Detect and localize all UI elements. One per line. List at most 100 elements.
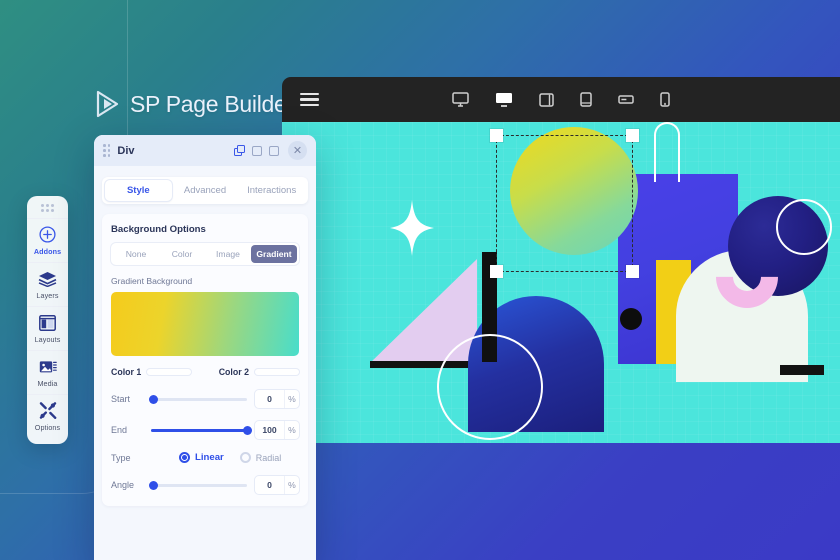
sidebar-item-label: Layouts <box>34 335 61 345</box>
plus-circle-icon <box>27 224 68 245</box>
play-chevron-logo-icon <box>96 90 119 118</box>
sidebar-item-label: Addons <box>33 247 62 257</box>
tab-advanced[interactable]: Advanced <box>172 180 239 201</box>
end-slider-knob[interactable] <box>242 425 252 435</box>
tools-wrench-icon <box>27 400 68 421</box>
end-value-input[interactable]: 100 % <box>255 421 299 439</box>
resize-handle-bottom-right[interactable] <box>626 265 639 278</box>
large-desktop-icon[interactable] <box>495 92 513 107</box>
end-label: End <box>111 425 128 435</box>
segment-gradient[interactable]: Gradient <box>251 245 297 263</box>
end-value: 100 <box>262 425 277 435</box>
shape-white-ring-medium <box>776 199 832 255</box>
panel-title: Div <box>117 144 135 157</box>
radio-linear[interactable]: Linear <box>179 452 224 463</box>
design-canvas[interactable] <box>282 122 840 443</box>
color2-swatch[interactable] <box>255 369 299 375</box>
radio-linear-dot <box>179 452 190 463</box>
start-label: Start <box>111 394 131 404</box>
brand-logo: SP Page Builder <box>95 90 294 118</box>
square-outline-icon[interactable] <box>252 145 262 156</box>
panel-actions: ✕ <box>234 141 307 160</box>
angle-slider-knob[interactable] <box>149 480 159 490</box>
shape-white-ring-large <box>437 334 543 440</box>
segment-color[interactable]: Color <box>159 245 205 263</box>
segment-image[interactable]: Image <box>205 245 251 263</box>
color1-label: Color 1 <box>111 367 142 377</box>
drag-dots-icon[interactable] <box>103 144 111 157</box>
start-unit: % <box>284 390 299 408</box>
layers-stack-icon <box>27 268 68 289</box>
mobile-landscape-icon[interactable] <box>618 94 634 105</box>
end-slider[interactable] <box>151 425 252 435</box>
color1-swatch[interactable] <box>147 369 192 375</box>
tab-interactions[interactable]: Interactions <box>238 180 305 201</box>
background-type-segmented-control: None Color Image Gradient <box>111 243 299 265</box>
angle-slider-row: Angle 0 % <box>111 476 299 494</box>
angle-value-input[interactable]: 0 % <box>255 476 299 494</box>
device-preview-switcher <box>452 92 670 107</box>
hamburger-menu-icon[interactable] <box>300 92 319 107</box>
radio-radial-label: Radial <box>255 452 282 463</box>
media-image-icon <box>27 356 68 377</box>
tab-style[interactable]: Style <box>105 180 172 201</box>
angle-slider[interactable] <box>149 480 247 490</box>
gradient-background-label: Gradient Background <box>111 276 193 286</box>
desktop-icon[interactable] <box>452 92 469 107</box>
resize-handle-bottom-left[interactable] <box>490 265 503 278</box>
shape-black-chip <box>780 365 824 375</box>
sidebar-item-layers[interactable]: Layers <box>27 262 68 306</box>
radio-radial[interactable]: Radial <box>239 452 282 463</box>
start-value: 0 <box>267 394 272 404</box>
angle-unit: % <box>284 476 299 494</box>
editor-frame <box>282 77 840 443</box>
gradient-type-radios: Linear Radial <box>151 452 299 463</box>
sidebar-item-options[interactable]: Options <box>27 394 68 438</box>
canvas-artwork <box>282 122 840 443</box>
gradient-preview[interactable] <box>111 292 299 356</box>
card-title: Background Options <box>111 224 206 235</box>
brand-name: SP Page Builder <box>130 90 294 117</box>
type-label: Type <box>111 452 131 463</box>
angle-value: 0 <box>267 480 272 490</box>
sidebar-item-label: Options <box>34 423 61 433</box>
angle-label: Angle <box>111 480 135 490</box>
color-pickers-row: Color 1 Color 2 <box>111 367 299 377</box>
panel-header[interactable]: Div ✕ <box>94 135 316 166</box>
sidebar-item-label: Media <box>37 379 58 389</box>
sidebar-item-layouts[interactable]: Layouts <box>27 306 68 350</box>
tablet-icon[interactable] <box>580 92 592 107</box>
start-slider-knob[interactable] <box>149 394 159 404</box>
close-icon[interactable]: ✕ <box>288 141 307 160</box>
end-slider-fill <box>151 428 247 432</box>
sparkle-star-icon <box>390 200 434 256</box>
shape-black-dot <box>620 308 642 330</box>
background-options-card: Background Options None Color Image Grad… <box>102 214 308 506</box>
sidebar-item-media[interactable]: Media <box>27 350 68 394</box>
resize-handle-top-left[interactable] <box>490 129 503 142</box>
shape-white-hook-ring <box>654 122 680 182</box>
editor-topbar <box>282 77 840 122</box>
tablet-landscape-icon[interactable] <box>539 92 554 107</box>
gradient-type-row: Type Linear Radial <box>111 452 299 463</box>
duplicate-icon[interactable] <box>234 145 245 156</box>
resize-handle-top-right[interactable] <box>626 129 639 142</box>
layouts-grid-icon <box>27 312 68 333</box>
radio-linear-label: Linear <box>195 452 224 463</box>
radio-radial-dot <box>239 452 251 463</box>
sidebar-item-addons[interactable]: Addons <box>27 218 68 262</box>
rail-drag-dots-icon[interactable] <box>27 204 68 213</box>
start-slider-row: Start 0 % <box>111 390 299 408</box>
sidebar-item-label: Layers <box>36 291 59 301</box>
mobile-icon[interactable] <box>660 92 670 107</box>
color2-label: Color 2 <box>218 367 249 377</box>
start-slider[interactable] <box>149 394 247 404</box>
square-outline-icon[interactable] <box>269 145 279 156</box>
panel-tabs: Style Advanced Interactions <box>102 177 308 204</box>
start-value-input[interactable]: 0 % <box>255 390 299 408</box>
end-slider-row: End 100 % <box>111 421 299 439</box>
selection-box[interactable] <box>490 129 639 278</box>
segment-none[interactable]: None <box>113 245 159 263</box>
end-unit: % <box>284 421 299 439</box>
settings-panel: Div ✕ Style Advanced Interactions Backgr… <box>94 135 316 560</box>
